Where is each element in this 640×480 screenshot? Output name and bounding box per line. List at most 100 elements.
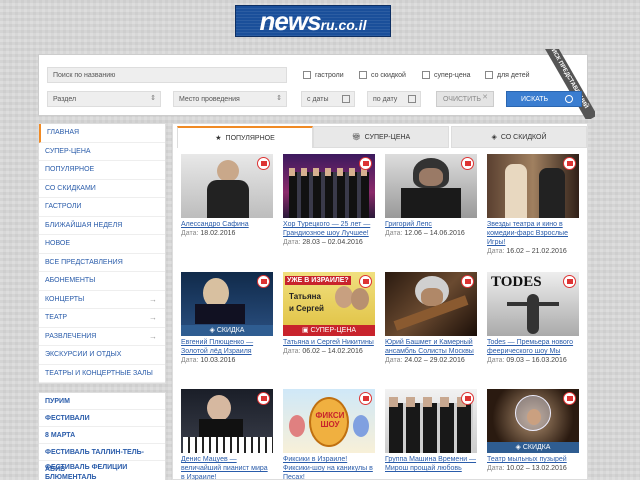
date-to-input[interactable]: по дату bbox=[367, 91, 421, 107]
event-card[interactable]: УЖЕ В ИЗРАИЛЕ? Татьяна и Сергей ▣ СУПЕР-… bbox=[283, 272, 375, 355]
event-image[interactable]: ФИКСИ ШОУ bbox=[283, 389, 375, 453]
event-card[interactable]: ◈ СКИДКА Евгений Плющенко — Золотой лёд … bbox=[181, 272, 273, 364]
ticket-icon[interactable] bbox=[461, 275, 474, 288]
event-title[interactable]: Фиксики в Израиле! Фиксики-шоу на канику… bbox=[283, 455, 375, 480]
event-title[interactable]: Группа Машина Времени — Мирош прощай люб… bbox=[385, 455, 477, 473]
sidebar-item-new[interactable]: НОВОЕ bbox=[39, 235, 165, 254]
calendar-icon[interactable] bbox=[408, 95, 416, 103]
event-card[interactable]: Григорий Лепс Дата: 12.06 – 14.06.2016 bbox=[385, 154, 477, 237]
sidebar-item-entertainment[interactable]: РАЗВЛЕЧЕНИЯ → bbox=[39, 328, 165, 346]
filter-discount[interactable]: со скидкой bbox=[359, 71, 406, 79]
sidebar-item-venues[interactable]: ТЕАТРЫ И КОНЦЕРТНЫЕ ЗАЛЫ bbox=[39, 365, 165, 383]
event-image[interactable] bbox=[181, 154, 273, 218]
date-label: Дата: bbox=[487, 248, 505, 255]
ticket-icon[interactable] bbox=[257, 275, 270, 288]
sidebar-item-march8[interactable]: 8 МАРТА bbox=[39, 427, 165, 444]
newsru-logo[interactable]: news ru.co.il bbox=[235, 5, 391, 37]
sidebar-item-theatre[interactable]: ТЕАТР → bbox=[39, 309, 165, 328]
event-card[interactable]: ФИКСИ ШОУ Фиксики в Израиле! Фиксики-шоу… bbox=[283, 389, 375, 480]
venue-select[interactable]: Место проведения ⇕ bbox=[173, 91, 287, 107]
sidebar-item-tallinn-festival[interactable]: ФЕСТИВАЛЬ ТАЛЛИН-ТЕЛЬ-АВИВ bbox=[39, 444, 165, 473]
ticket-icon[interactable] bbox=[359, 275, 372, 288]
event-card[interactable]: Звезды театра и кино в комедии-фарс Взро… bbox=[487, 154, 579, 255]
sidebar-item-festivals[interactable]: ФЕСТИВАЛИ bbox=[39, 410, 165, 427]
filter-superprice[interactable]: супер-цена bbox=[422, 71, 471, 79]
event-card[interactable]: Хор Турецкого — 25 лет — Грандиозное шоу… bbox=[283, 154, 375, 246]
sidebar-item-tours[interactable]: ГАСТРОЛИ bbox=[39, 198, 165, 217]
event-title[interactable]: Театр мыльных пузырей bbox=[487, 455, 579, 464]
search-button[interactable]: ИСКАТЬ bbox=[506, 91, 582, 107]
clear-button-label: ОЧИСТИТЬ bbox=[443, 96, 481, 103]
sidebar-item-blumenthal-festival[interactable]: ФЕСТИВАЛЬ ФЕЛИЦИИ БЛЮМЕНТАЛЬ bbox=[39, 461, 165, 480]
sidebar-item-purim[interactable]: ПУРИМ bbox=[39, 393, 165, 410]
event-card[interactable]: Юрий Башмет и Камерный ансамбль Солисты … bbox=[385, 272, 477, 364]
event-image[interactable] bbox=[385, 272, 477, 336]
updown-arrow-icon: ⇕ bbox=[276, 95, 282, 102]
event-card[interactable]: TODES Todes — Премьера нового феерическо… bbox=[487, 272, 579, 364]
sidebar-item-popular[interactable]: ПОПУЛЯРНОЕ bbox=[39, 161, 165, 180]
event-title[interactable]: Григорий Лепс bbox=[385, 220, 477, 229]
sidebar-item-home[interactable]: ГЛАВНАЯ bbox=[39, 124, 165, 143]
section-select[interactable]: Раздел ⇕ bbox=[47, 91, 161, 107]
checkbox-icon[interactable] bbox=[485, 71, 493, 79]
tab-discount[interactable]: ◈ СО СКИДКОЙ bbox=[451, 126, 587, 148]
event-image[interactable]: ◈ СКИДКА bbox=[181, 272, 273, 336]
event-image[interactable] bbox=[385, 154, 477, 218]
filter-tours[interactable]: гастроли bbox=[303, 71, 344, 79]
event-image[interactable] bbox=[487, 154, 579, 218]
sidebar-item-discounts[interactable]: СО СКИДКАМИ bbox=[39, 180, 165, 198]
event-date: Дата: 18.02.2016 bbox=[181, 230, 273, 237]
clear-button[interactable]: ОЧИСТИТЬ ✕ bbox=[436, 91, 494, 107]
date-value: 10.02 – 13.02.2016 bbox=[506, 465, 567, 472]
checkbox-icon[interactable] bbox=[359, 71, 367, 79]
date-label: Дата: bbox=[181, 230, 199, 237]
filter-discount-label: со скидкой bbox=[371, 71, 406, 79]
event-card[interactable]: Алессандро Сафина Дата: 18.02.2016 bbox=[181, 154, 273, 237]
ticket-icon[interactable] bbox=[563, 275, 576, 288]
checkbox-icon[interactable] bbox=[422, 71, 430, 79]
sidebar-item-superprice[interactable]: СУПЕР-ЦЕНА bbox=[39, 143, 165, 161]
search-name-input[interactable]: Поиск по названию bbox=[47, 67, 287, 83]
event-image[interactable] bbox=[181, 389, 273, 453]
ticket-icon[interactable] bbox=[563, 157, 576, 170]
event-image[interactable] bbox=[385, 389, 477, 453]
sidebar-item-next-week[interactable]: БЛИЖАЙШАЯ НЕДЕЛЯ bbox=[39, 217, 165, 235]
checkbox-icon[interactable] bbox=[303, 71, 311, 79]
event-card[interactable]: Группа Машина Времени — Мирош прощай люб… bbox=[385, 389, 477, 473]
event-card[interactable]: ◈ СКИДКА Театр мыльных пузырей Дата: 10.… bbox=[487, 389, 579, 472]
event-title[interactable]: Юрий Башмет и Камерный ансамбль Солисты … bbox=[385, 338, 477, 356]
discount-badge: ◈ СКИДКА bbox=[181, 325, 273, 336]
event-title[interactable]: Звезды театра и кино в комедии-фарс Взро… bbox=[487, 220, 579, 247]
date-from-input[interactable]: с даты bbox=[301, 91, 355, 107]
event-title[interactable]: Татьяна и Сергей Никитины bbox=[283, 338, 375, 347]
calendar-icon[interactable] bbox=[342, 95, 350, 103]
sidebar-item-all-shows[interactable]: ВСЕ ПРЕДСТАВЛЕНИЯ bbox=[39, 254, 165, 272]
sidebar-item-subscriptions[interactable]: АБОНЕМЕНТЫ bbox=[39, 272, 165, 291]
event-title[interactable]: Денис Мацуев — величайший пианист мира в… bbox=[181, 455, 273, 480]
sidebar-item-concerts[interactable]: КОНЦЕРТЫ → bbox=[39, 291, 165, 309]
thumb-caption: и Сергей bbox=[289, 304, 324, 313]
date-label: Дата: bbox=[385, 357, 403, 364]
ticket-icon[interactable] bbox=[563, 392, 576, 405]
event-title[interactable]: Хор Турецкого — 25 лет — Грандиозное шоу… bbox=[283, 220, 375, 238]
sidebar-item-excursions[interactable]: ЭКСКУРСИИ И ОТДЫХ bbox=[39, 346, 165, 365]
thumb-caption: Татьяна bbox=[289, 292, 321, 301]
event-card[interactable]: Денис Мацуев — величайший пианист мира в… bbox=[181, 389, 273, 480]
ticket-icon[interactable] bbox=[257, 392, 270, 405]
ticket-icon[interactable] bbox=[359, 392, 372, 405]
ticket-icon[interactable] bbox=[257, 157, 270, 170]
event-title[interactable]: Todes — Премьера нового феерического шоу… bbox=[487, 338, 579, 356]
event-image[interactable]: УЖЕ В ИЗРАИЛЕ? Татьяна и Сергей ▣ СУПЕР-… bbox=[283, 272, 375, 336]
filter-kids[interactable]: для детей bbox=[485, 71, 530, 79]
tab-popular[interactable]: ★ ПОПУЛЯРНОЕ bbox=[177, 126, 313, 148]
ticket-icon[interactable] bbox=[461, 157, 474, 170]
tab-superprice[interactable]: 🎁︎ СУПЕР-ЦЕНА bbox=[313, 126, 449, 148]
ticket-icon[interactable] bbox=[461, 392, 474, 405]
search-panel: ПОИСК ПРЕДСТАВЛЕНИЙ Поиск по названию га… bbox=[38, 49, 595, 119]
event-image[interactable] bbox=[283, 154, 375, 218]
event-title[interactable]: Евгений Плющенко — Золотой лёд Израиля bbox=[181, 338, 273, 356]
event-title[interactable]: Алессандро Сафина bbox=[181, 220, 273, 229]
ticket-icon[interactable] bbox=[359, 157, 372, 170]
event-image[interactable]: TODES bbox=[487, 272, 579, 336]
event-image[interactable]: ◈ СКИДКА bbox=[487, 389, 579, 453]
